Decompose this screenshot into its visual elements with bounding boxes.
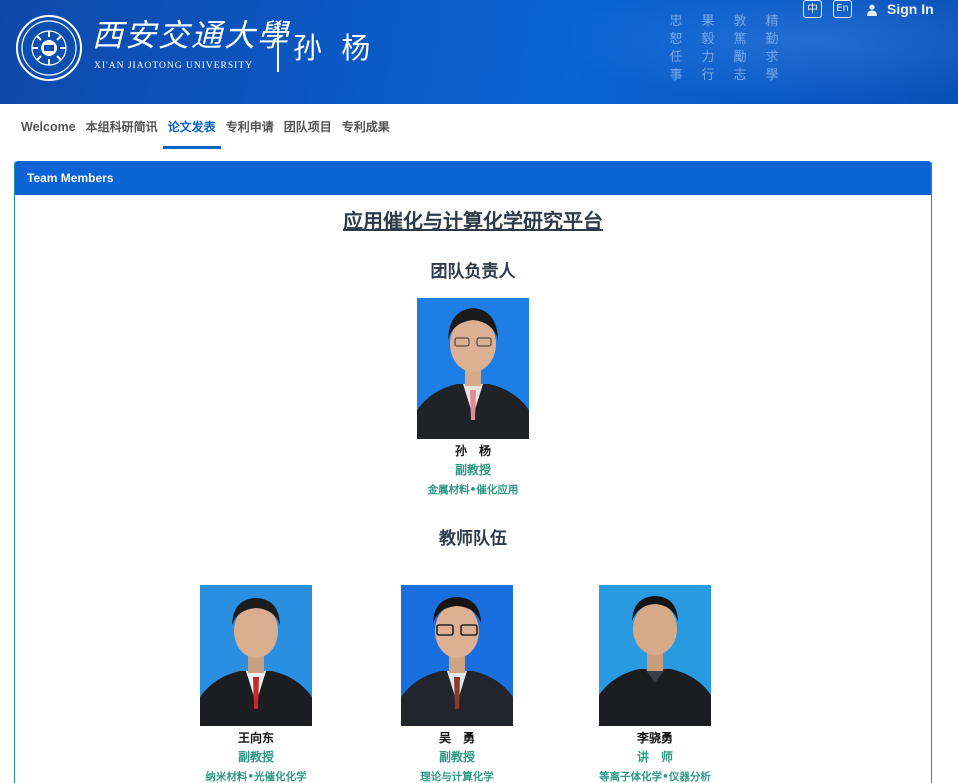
teachers-section-title: 教师队伍	[439, 529, 507, 549]
sign-in-button[interactable]: Sign In	[866, 0, 934, 18]
motto-char: 勵	[733, 50, 747, 65]
member-card-teacher-1[interactable]: 王向东 副教授 纳米材料•光催化化学	[181, 585, 331, 783]
university-logo-icon[interactable]	[16, 15, 82, 81]
nav-item-patent-applications[interactable]: 专利申请	[221, 104, 279, 151]
motto-char: 恕	[669, 32, 683, 47]
university-name-en: XI'AN JIAOTONG UNIVERSITY	[94, 61, 253, 71]
panel-header: Team Members	[15, 161, 931, 195]
member-title: 副教授	[454, 463, 491, 477]
nav-item-publications[interactable]: 论文发表	[162, 104, 221, 151]
university-name-cn: 西安交通大學	[92, 18, 290, 54]
motto-char: 敦	[733, 14, 747, 29]
user-icon	[866, 3, 878, 16]
motto-char: 毅	[701, 32, 715, 47]
member-photo[interactable]	[401, 585, 513, 726]
site-header: 西安交通大學 XI'AN JIAOTONG UNIVERSITY 孙 杨 忠 果…	[0, 0, 958, 104]
nav-item-team-projects[interactable]: 团队项目	[279, 104, 337, 151]
member-title: 副教授	[237, 750, 274, 764]
member-name: 吴 勇	[438, 731, 475, 745]
site-owner-name: 孙 杨	[293, 31, 376, 65]
member-title: 讲 师	[636, 750, 673, 764]
motto-char: 志	[733, 68, 747, 83]
sign-in-label: Sign In	[887, 1, 934, 17]
member-card-teacher-2[interactable]: 吴 勇 副教授 理论与计算化学	[382, 585, 532, 783]
motto-char: 忠	[669, 14, 683, 29]
member-name: 王向东	[237, 731, 274, 745]
member-card-teacher-3[interactable]: 李骁勇 讲 师 等离子体化学•仪器分析	[580, 585, 730, 783]
member-card-leader[interactable]: 孙 杨 副教授 金属材料•催化应用	[398, 298, 548, 500]
member-name: 孙 杨	[454, 444, 491, 458]
member-field: 理论与计算化学	[420, 771, 494, 783]
motto-char: 學	[765, 68, 779, 83]
motto-char: 篤	[733, 32, 747, 47]
nav-item-welcome[interactable]: Welcome	[16, 104, 81, 151]
language-chinese-button[interactable]: 中	[803, 0, 822, 18]
nav-item-research-news[interactable]: 本组科研简讯	[81, 104, 163, 151]
member-photo[interactable]	[599, 585, 711, 726]
member-field: 等离子体化学•仪器分析	[599, 771, 711, 783]
motto-char: 果	[701, 14, 715, 29]
header-divider	[277, 22, 279, 72]
motto-char: 力	[701, 50, 715, 65]
team-members-panel: Team Members 应用催化与计算化学研究平台 团队负责人 孙 杨 副教授…	[14, 161, 932, 783]
member-photo[interactable]	[417, 298, 529, 439]
member-field: 纳米材料•光催化化学	[205, 771, 307, 783]
member-name: 李骁勇	[636, 731, 673, 745]
leader-section-title: 团队负责人	[430, 262, 516, 282]
language-english-button[interactable]: En	[833, 0, 852, 18]
motto-char: 行	[701, 68, 715, 83]
motto-char: 事	[669, 68, 683, 83]
member-title: 副教授	[438, 750, 475, 764]
motto-char: 勤	[765, 32, 779, 47]
nav-item-patent-achievements[interactable]: 专利成果	[337, 104, 395, 151]
motto-char: 任	[669, 50, 683, 65]
platform-title[interactable]: 应用催化与计算化学研究平台	[15, 205, 931, 234]
motto-char: 精	[765, 14, 779, 29]
motto-char: 求	[765, 50, 779, 65]
university-motto: 忠 果 敦 精 恕 毅 篤 勤 任 力 勵 求 事 行 志 學	[660, 10, 790, 90]
member-photo[interactable]	[200, 585, 312, 726]
member-field: 金属材料•催化应用	[427, 484, 519, 496]
main-nav: Welcome 本组科研简讯 论文发表 专利申请 团队项目 专利成果	[0, 104, 958, 151]
